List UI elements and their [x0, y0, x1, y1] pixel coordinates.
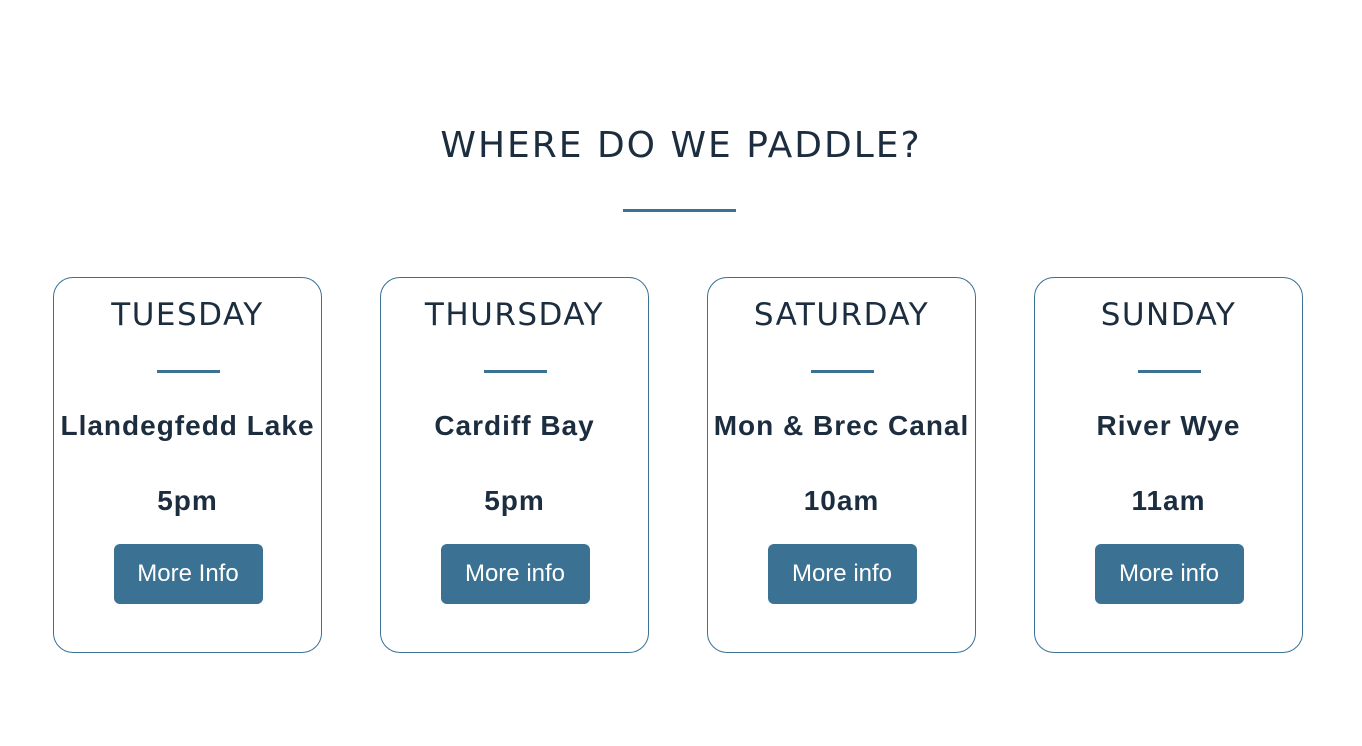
schedule-card-saturday: SATURDAY Mon & Brec Canal 10am More info: [707, 277, 976, 653]
paddle-locations-section: WHERE DO WE PADDLE? TUESDAY Llandegfedd …: [0, 0, 1362, 746]
card-location: River Wye: [1096, 410, 1241, 441]
card-divider: [156, 370, 220, 373]
card-location: Llandegfedd Lake: [60, 410, 315, 441]
card-time: 5pm: [484, 485, 545, 516]
more-info-button-thursday[interactable]: More info: [440, 544, 590, 604]
more-info-button-saturday[interactable]: More info: [767, 544, 917, 604]
card-time: 11am: [1131, 485, 1206, 516]
schedule-card-sunday: SUNDAY River Wye 11am More info: [1034, 277, 1303, 653]
card-day: SUNDAY: [1100, 297, 1237, 333]
card-divider: [1137, 370, 1201, 373]
card-day: SATURDAY: [753, 297, 930, 333]
card-day: TUESDAY: [111, 297, 264, 333]
section-title: WHERE DO WE PADDLE?: [440, 125, 922, 166]
card-location: Mon & Brec Canal: [713, 410, 970, 441]
more-info-button-sunday[interactable]: More info: [1094, 544, 1244, 604]
card-divider: [483, 370, 547, 373]
title-divider: [623, 209, 736, 212]
card-time: 10am: [803, 485, 880, 516]
schedule-card-tuesday: TUESDAY Llandegfedd Lake 5pm More Info: [53, 277, 322, 653]
card-location: Cardiff Bay: [434, 410, 595, 441]
schedule-cards: TUESDAY Llandegfedd Lake 5pm More Info T…: [53, 277, 1307, 656]
schedule-card-thursday: THURSDAY Cardiff Bay 5pm More info: [380, 277, 649, 653]
card-day: THURSDAY: [424, 297, 605, 333]
card-divider: [810, 370, 874, 373]
more-info-button-tuesday[interactable]: More Info: [113, 544, 263, 604]
card-time: 5pm: [157, 485, 218, 516]
